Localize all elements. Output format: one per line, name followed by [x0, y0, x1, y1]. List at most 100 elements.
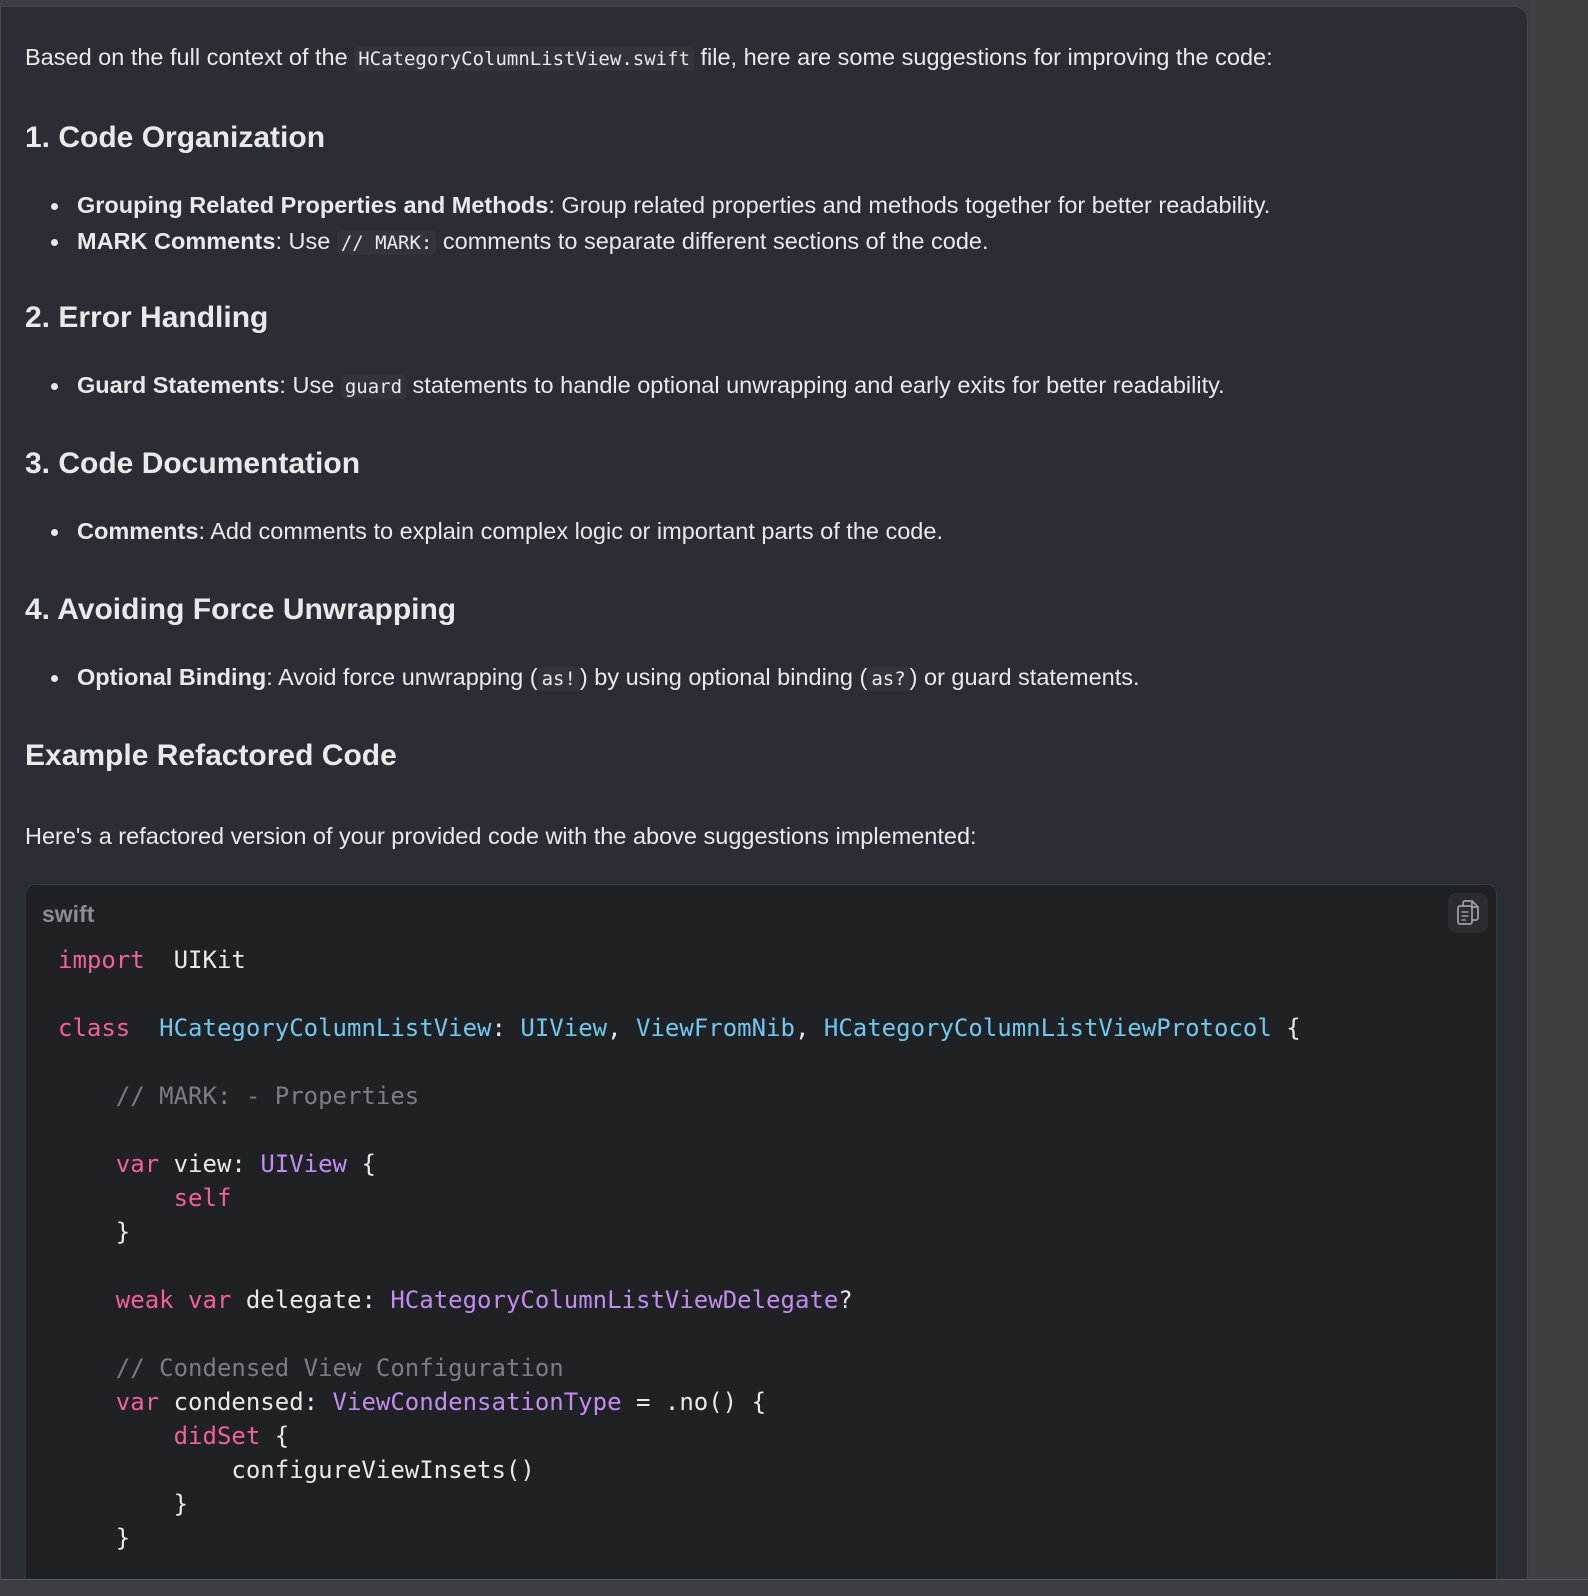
- list-item-text: statements to handle optional unwrapping…: [406, 372, 1225, 398]
- copy-icon: [1457, 900, 1479, 925]
- list-item-text: : Use: [279, 372, 341, 398]
- code-language-label: swift: [42, 901, 95, 927]
- list-item-text: ) or guard statements.: [909, 664, 1140, 690]
- list-item: Optional Binding: Avoid force unwrapping…: [51, 659, 1140, 697]
- section-list-code-documentation: Comments: Add comments to explain comple…: [51, 513, 943, 549]
- section-heading-code-documentation: 3. Code Documentation: [25, 447, 361, 480]
- code-token: HCategoryColumnListViewDelegate: [390, 1286, 839, 1314]
- code-line: class HCategoryColumnListView: UIView, V…: [58, 1011, 1301, 1045]
- code-token: :: [491, 1014, 521, 1042]
- code-line: // Condensed View Configuration: [58, 1351, 1301, 1385]
- section-list-error-handling: Guard Statements: Use guard statements t…: [51, 367, 1225, 405]
- code-token: UIView: [520, 1014, 608, 1042]
- code-line: var view: UIView {: [58, 1147, 1301, 1181]
- code-line: configureViewInsets(): [58, 1453, 1301, 1487]
- code-token: ViewCondensationType: [332, 1388, 622, 1416]
- window-edge: [1530, 0, 1588, 1596]
- code-token: class: [58, 1014, 131, 1042]
- inline-code: as!: [537, 667, 580, 691]
- code-token: condensed:: [159, 1388, 333, 1416]
- code-token: ,: [607, 1014, 637, 1042]
- code-token: view:: [159, 1150, 261, 1178]
- code-token: configureViewInsets(): [58, 1456, 535, 1484]
- code-token: var: [115, 1150, 160, 1178]
- section-heading-force-unwrapping: 4. Avoiding Force Unwrapping: [25, 593, 457, 626]
- code-content: import UIKit class HCategoryColumnListVie…: [58, 943, 1301, 1555]
- list-item-bold: Grouping Related Properties and Methods: [77, 192, 549, 218]
- copy-code-button[interactable]: [1448, 893, 1488, 933]
- list-item: Comments: Add comments to explain comple…: [51, 513, 943, 549]
- example-heading: Example Refactored Code: [25, 739, 397, 772]
- code-token: var: [188, 1286, 232, 1314]
- code-token: UIKit: [144, 946, 246, 974]
- list-item: Guard Statements: Use guard statements t…: [51, 367, 1225, 405]
- code-token: HCategoryColumnListView: [159, 1014, 492, 1042]
- code-token: {: [260, 1422, 290, 1450]
- code-token: didSet: [173, 1422, 261, 1450]
- code-line: self: [58, 1181, 1301, 1215]
- code-line: // MARK: - Properties: [58, 1079, 1301, 1113]
- code-token: delegate:: [231, 1286, 391, 1314]
- code-token: }: [58, 1524, 131, 1552]
- section-heading-code-organization: 1. Code Organization: [25, 121, 326, 154]
- example-lead-text: Here's a refactored version of your prov…: [25, 823, 977, 849]
- section-list-code-organization: Grouping Related Properties and Methods:…: [51, 187, 1270, 261]
- code-line: }: [58, 1521, 1301, 1555]
- code-line: import UIKit: [58, 943, 1301, 977]
- code-token: // Condensed View Configuration: [115, 1354, 564, 1382]
- code-block: swift import UIKit class HCategoryColumnL…: [25, 884, 1497, 1579]
- code-token: ?: [838, 1286, 853, 1314]
- code-token: }: [58, 1218, 131, 1246]
- inline-code: guard: [340, 375, 407, 399]
- section-list-force-unwrapping: Optional Binding: Avoid force unwrapping…: [51, 659, 1140, 697]
- intro-suffix: file, here are some suggestions for impr…: [693, 44, 1273, 70]
- code-line: weak var delegate: HCategoryColumnListVi…: [58, 1283, 1301, 1317]
- code-line: }: [58, 1487, 1301, 1521]
- code-line: }: [58, 1215, 1301, 1249]
- code-token: ViewFromNib: [636, 1014, 795, 1042]
- intro-file-code: HCategoryColumnListView.swift: [354, 47, 694, 71]
- list-item-text: : Avoid force unwrapping (: [266, 664, 538, 690]
- inline-code: // MARK:: [336, 231, 437, 255]
- code-token: HCategoryColumnListViewProtocol: [823, 1014, 1272, 1042]
- list-item-bold: Optional Binding: [77, 664, 267, 690]
- list-item: Grouping Related Properties and Methods:…: [51, 187, 1270, 223]
- list-item-bold: Comments: [77, 518, 199, 544]
- section-heading-error-handling: 2. Error Handling: [25, 301, 269, 334]
- code-token: {: [347, 1150, 376, 1178]
- inline-code: as?: [867, 667, 910, 691]
- list-item-text: ) by using optional binding (: [579, 664, 868, 690]
- intro-prefix: Based on the full context of the: [25, 44, 355, 70]
- code-token: = .no() {: [621, 1388, 767, 1416]
- code-token: var: [115, 1388, 160, 1416]
- list-item-bold: MARK Comments: [77, 228, 276, 254]
- code-token: self: [173, 1184, 232, 1212]
- bottom-border: [0, 1579, 1588, 1596]
- intro-text: Based on the full context of the HCatego…: [25, 41, 1273, 75]
- list-item-text: : Group related properties and methods t…: [548, 192, 1271, 218]
- code-token: weak: [115, 1286, 174, 1314]
- code-token: {: [1271, 1014, 1301, 1042]
- code-token: }: [58, 1490, 189, 1518]
- chat-response-panel: Based on the full context of the HCatego…: [0, 6, 1528, 1580]
- code-token: UIView: [260, 1150, 348, 1178]
- code-line: var condensed: ViewCondensationType = .n…: [58, 1385, 1301, 1419]
- code-line: didSet {: [58, 1419, 1301, 1453]
- list-item-bold: Guard Statements: [77, 372, 280, 398]
- list-item-text: : Use: [275, 228, 337, 254]
- code-token: ,: [794, 1014, 824, 1042]
- list-item-text: : Add comments to explain complex logic …: [198, 518, 943, 544]
